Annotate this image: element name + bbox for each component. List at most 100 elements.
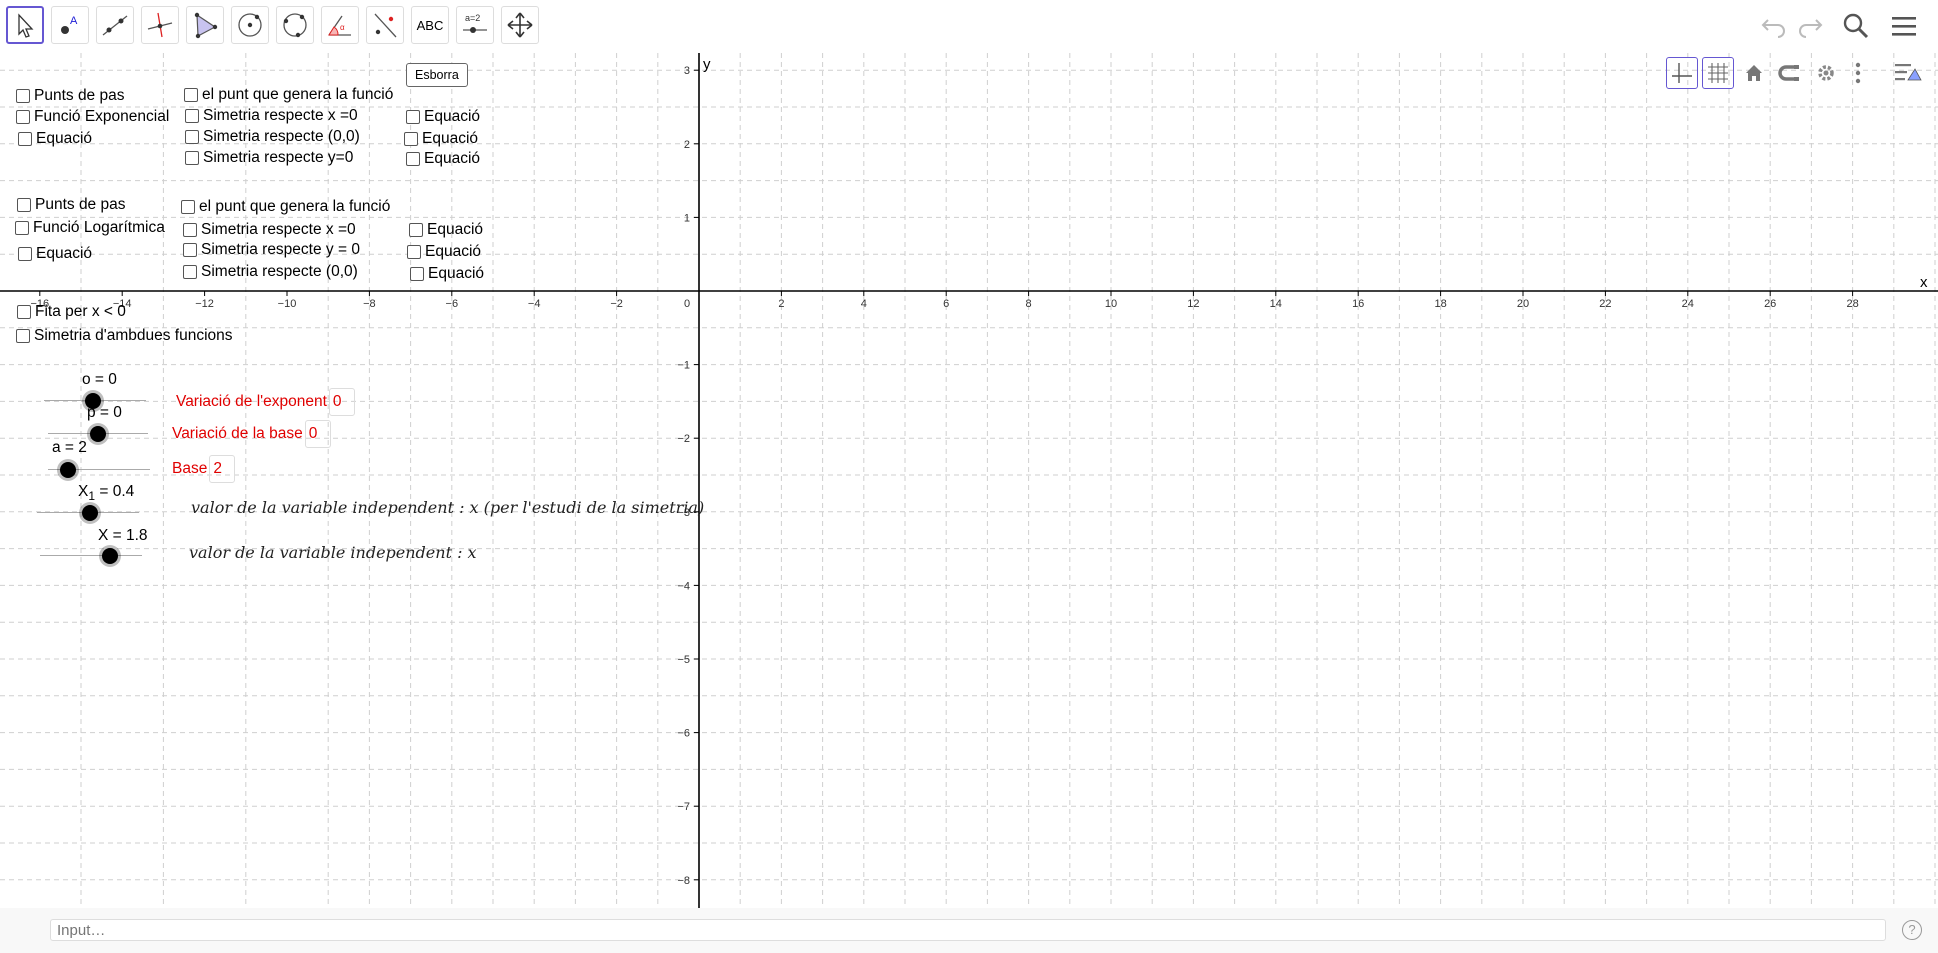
y-tick-label: 3 [684, 65, 690, 77]
checkbox-equacio-y0-log[interactable]: Equació [407, 243, 481, 261]
slider-x-label: X = 1.8 [98, 527, 148, 544]
graphics-view[interactable]: −16 −14 −12 −10 −8 −6 −4 −2 0 2 4 6 8 10 12 14 16 18 20 22 2… [0, 53, 1938, 908]
polygon-tool-icon[interactable] [186, 6, 224, 44]
base-variation-input[interactable]: 0 [304, 420, 331, 448]
checkbox-label: Equació [427, 221, 484, 238]
x-tick-label: 16 [1352, 298, 1364, 310]
x-tick-label: 0 [684, 298, 690, 310]
x-tick-label: 10 [1105, 298, 1117, 310]
slider-x1-value: = 0.4 [95, 483, 135, 500]
checkbox-label: Funció Exponencial [34, 108, 170, 125]
slider-x1[interactable] [37, 503, 139, 523]
main-menu-icon[interactable] [1886, 8, 1922, 44]
exponent-variation-label: Variació de l'exponent [176, 393, 327, 410]
circle-three-points-tool-icon[interactable] [276, 6, 314, 44]
angle-tool-icon[interactable]: α [321, 6, 359, 44]
checkbox-simetria-y0-log[interactable]: Simetria respecte y = 0 [183, 241, 360, 259]
home-icon[interactable] [1738, 57, 1770, 89]
esborra-button[interactable]: Esborra [406, 63, 468, 87]
checkbox-label: Simetria respecte x =0 [201, 221, 356, 238]
checkbox-simetria-x0-exp[interactable]: Simetria respecte x =0 [185, 107, 358, 125]
perpendicular-line-tool-icon[interactable] [141, 6, 179, 44]
checkbox-equacio-x0-log[interactable]: Equació [409, 221, 483, 239]
move-graphics-view-tool-icon[interactable] [501, 6, 539, 44]
toggle-grid-icon[interactable] [1702, 57, 1734, 89]
text-tool-label: ABC [416, 17, 444, 33]
x-tick-label: 20 [1517, 298, 1529, 310]
svg-text:α: α [340, 23, 345, 32]
slider-x1-var: X [78, 483, 89, 500]
y-tick-label: 2 [684, 139, 690, 151]
slider-knob[interactable] [82, 505, 98, 521]
y-axis-label: y [703, 56, 711, 73]
x-tick-label: 14 [1270, 298, 1282, 310]
algebra-input-field[interactable] [50, 919, 1886, 941]
checkbox-label: Simetria respecte y = 0 [201, 241, 360, 258]
checkbox-equacio-x0-exp[interactable]: Equació [406, 108, 480, 126]
checkbox-equacio-origen-log[interactable]: Equació [410, 265, 484, 283]
base-label: Base [172, 460, 208, 477]
checkbox-simetria-ambdues[interactable]: Simetria d'ambdues funcions [16, 327, 233, 345]
style-bar-toggle-icon[interactable] [1892, 57, 1924, 89]
text-tool-icon[interactable]: ABC [411, 6, 449, 44]
checkbox-label: el punt que genera la funció [202, 86, 394, 103]
checkbox-simetria-x0-log[interactable]: Simetria respecte x =0 [183, 221, 356, 239]
checkbox-funcio-logaritmica[interactable]: Funció Logarítmica [15, 219, 165, 237]
base-field: Base 2 [172, 455, 236, 483]
slider-knob[interactable] [90, 426, 106, 442]
checkbox-punts-de-pas-exp[interactable]: Punts de pas [16, 87, 124, 105]
x-tick-label: 26 [1764, 298, 1776, 310]
checkbox-equacio-exp[interactable]: Equació [18, 130, 92, 148]
toggle-axes-icon[interactable] [1666, 57, 1698, 89]
search-icon[interactable] [1838, 8, 1874, 44]
help-icon[interactable]: ? [1902, 920, 1922, 940]
svg-text:A: A [70, 15, 78, 27]
x-axis-label: x [1920, 274, 1928, 291]
checkbox-simetria-origen-log[interactable]: Simetria respecte (0,0) [183, 263, 358, 281]
slider-o-label: o = 0 [82, 371, 117, 388]
checkbox-equacio-origen-exp[interactable]: Equació [404, 130, 478, 148]
redo-icon[interactable] [1792, 8, 1828, 44]
checkbox-punt-genera-log[interactable]: el punt que genera la funció [181, 198, 390, 216]
slider-knob[interactable] [102, 548, 118, 564]
slider-tool-icon[interactable]: a=2 [456, 6, 494, 44]
more-options-icon[interactable] [1842, 57, 1874, 89]
checkbox-punt-genera-exp[interactable]: el punt que genera la funció [184, 86, 393, 104]
x-tick-label: −6 [446, 298, 459, 310]
y-tick-label: 1 [684, 212, 690, 224]
base-input[interactable]: 2 [209, 455, 236, 483]
point-capturing-icon[interactable] [1774, 57, 1806, 89]
circle-center-point-tool-icon[interactable] [231, 6, 269, 44]
checkbox-label: Fita per x < 0 [35, 303, 126, 320]
slider-x[interactable] [40, 546, 142, 566]
checkbox-label: Equació [425, 243, 482, 260]
x-tick-label: 6 [943, 298, 949, 310]
reflect-tool-icon[interactable] [366, 6, 404, 44]
checkbox-funcio-exponencial[interactable]: Funció Exponencial [16, 108, 169, 126]
line-tool-icon[interactable] [96, 6, 134, 44]
y-tick-label: −7 [677, 801, 690, 813]
move-tool-icon[interactable] [6, 6, 44, 44]
x-tick-label: −8 [363, 298, 376, 310]
x-tick-label: 18 [1434, 298, 1446, 310]
checkbox-label: Simetria d'ambdues funcions [34, 327, 233, 344]
point-tool-icon[interactable]: A [51, 6, 89, 44]
y-tick-label: −4 [677, 580, 690, 592]
slider-a[interactable] [48, 460, 150, 480]
checkbox-fita-x-negatiu[interactable]: Fita per x < 0 [17, 303, 126, 321]
x-tick-label: 24 [1682, 298, 1694, 310]
toolbar: A α ABC a=2 [0, 0, 1938, 53]
checkbox-simetria-y0-exp[interactable]: Simetria respecte y=0 [185, 149, 353, 167]
checkbox-punts-de-pas-log[interactable]: Punts de pas [17, 196, 125, 214]
y-tick-label: −6 [677, 728, 690, 740]
checkbox-label: Simetria respecte (0,0) [201, 263, 358, 280]
checkbox-simetria-origen-exp[interactable]: Simetria respecte (0,0) [185, 128, 360, 146]
settings-gear-icon[interactable] [1810, 57, 1842, 89]
slider-knob[interactable] [60, 462, 76, 478]
checkbox-equacio-log[interactable]: Equació [18, 245, 92, 263]
checkbox-label: Funció Logarítmica [33, 219, 165, 236]
checkbox-equacio-y0-exp[interactable]: Equació [406, 150, 480, 168]
x-tick-label: −12 [195, 298, 214, 310]
undo-icon[interactable] [1756, 8, 1792, 44]
exponent-variation-input[interactable]: 0 [328, 388, 355, 416]
